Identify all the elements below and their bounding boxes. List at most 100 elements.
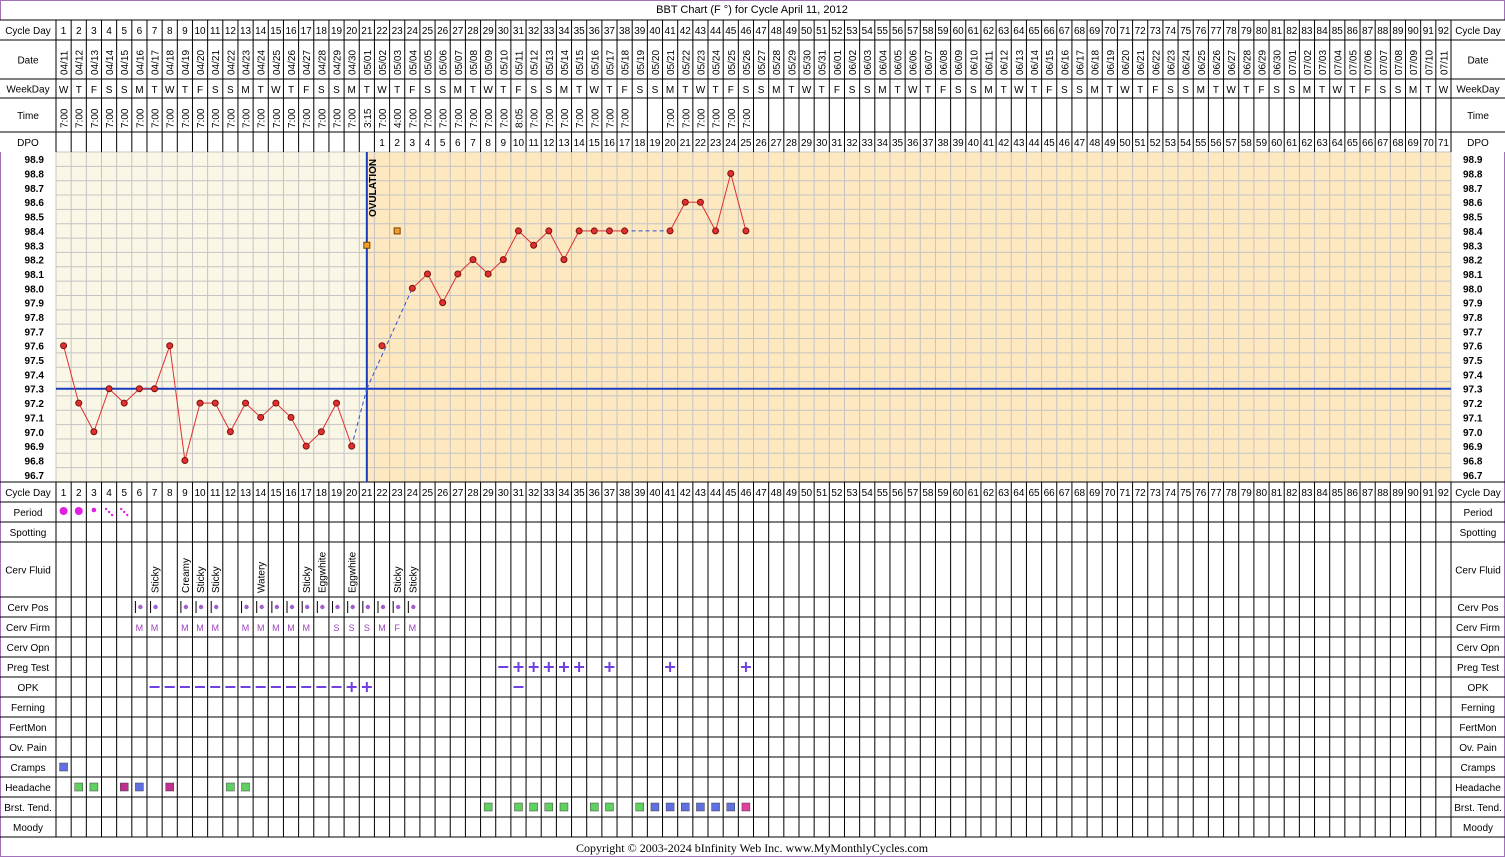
temp-point (469, 256, 477, 264)
cycle-day-number: 24 (407, 488, 419, 499)
breast-tenderness-marker (514, 802, 523, 812)
cycle-day-number: 27 (452, 26, 464, 37)
y-tick-label-right: 98.4 (1463, 227, 1483, 238)
date-label: 04/30 (348, 50, 359, 75)
cycle-day-number: 68 (1074, 488, 1086, 499)
weekday-label: T (258, 85, 264, 96)
dpo-number: 56 (1210, 138, 1222, 149)
cerv-pos-dot (183, 604, 189, 610)
cycle-day-number: 79 (1241, 26, 1253, 37)
dpo-number: 37 (922, 138, 934, 149)
weekday-label: S (758, 85, 765, 96)
cycle-day-number: 78 (1226, 488, 1238, 499)
period-heavy-dot (59, 507, 68, 515)
date-label: 06/01 (833, 50, 844, 75)
date-label: 06/05 (894, 50, 905, 75)
headache-marker (135, 782, 144, 792)
cerv-pos-dot (214, 604, 219, 610)
dpo-number: 10 (513, 138, 525, 149)
time-label: 7:00 (317, 108, 328, 128)
cycle-day-number: 39 (634, 488, 646, 499)
time-label: 7:00 (727, 108, 738, 128)
dpo-number: 69 (1408, 138, 1420, 149)
dpo-number: 47 (1074, 138, 1086, 149)
dpo-number: 23 (710, 138, 722, 149)
weekday-label: F (409, 85, 415, 96)
dpo-number: 62 (1301, 138, 1313, 149)
dpo-number: 6 (455, 138, 461, 149)
weekday-label: S (864, 85, 871, 96)
cycle-day-number: 26 (437, 488, 449, 499)
y-tick-label-right: 96.9 (1463, 442, 1483, 453)
weekday-label: T (1243, 85, 1249, 96)
cycle-day-number: 67 (1059, 488, 1071, 499)
dpo-number: 42 (998, 138, 1010, 149)
cycle-day-number: 7 (152, 26, 158, 37)
date-label: 05/12 (530, 50, 541, 75)
time-label: 7:00 (575, 108, 586, 128)
temp-point (712, 227, 720, 235)
time-label: 7:00 (681, 108, 692, 128)
y-tick-label-right: 97.3 (1463, 385, 1483, 396)
y-tick-label-right: 97.5 (1463, 356, 1483, 367)
temp-point (530, 241, 538, 249)
dpo-number: 33 (862, 138, 874, 149)
date-label: 05/19 (636, 50, 647, 75)
dpo-number: 65 (1347, 138, 1359, 149)
temp-point (317, 428, 325, 436)
weekday-label: F (622, 85, 628, 96)
period-light-dot (123, 510, 126, 514)
cycle-day-number: 85 (1332, 488, 1344, 499)
dpo-number: 70 (1423, 138, 1435, 149)
temp-point (423, 270, 431, 278)
cycle-day-number: 87 (1362, 26, 1374, 37)
weekday-label: S (1395, 85, 1402, 96)
cycle-day-number: 40 (649, 26, 661, 37)
cycle-day-number: 28 (467, 26, 479, 37)
temp-point (484, 270, 492, 278)
cycle-day-number: 35 (574, 488, 586, 499)
row-label-right: Cramps (1460, 763, 1495, 774)
weekday-label: T (500, 85, 506, 96)
weekday-label: F (1046, 85, 1052, 96)
weekday-label: W (1333, 85, 1343, 96)
weekday-label: W (1226, 85, 1236, 96)
cycle-day-number: 71 (1119, 488, 1131, 499)
temp-point (272, 399, 280, 407)
weekday-label: F (834, 85, 840, 96)
weekday-label: T (606, 85, 612, 96)
cycle-day-number: 36 (589, 488, 601, 499)
cycle-day-number: 57 (907, 488, 919, 499)
date-label: 04/15 (120, 50, 131, 75)
dpo-number: 66 (1362, 138, 1374, 149)
cycle-day-number: 36 (589, 26, 601, 37)
cycle-day-number: 62 (983, 26, 995, 37)
cerv-firm-label: S (349, 623, 355, 633)
cycle-day-number: 69 (1089, 26, 1101, 37)
weekday-label: F (940, 85, 946, 96)
weekday-label: M (666, 85, 674, 96)
headache-marker (74, 782, 83, 792)
weekday-label: F (1365, 85, 1371, 96)
y-tick-label-right: 98.3 (1463, 241, 1483, 252)
date-label: 07/08 (1394, 50, 1405, 75)
time-label: 7:00 (621, 108, 632, 128)
weekday-label: F (197, 85, 203, 96)
weekday-label: F (515, 85, 521, 96)
cycle-day-number: 38 (619, 26, 631, 37)
cycle-day-number: 37 (604, 26, 616, 37)
dpo-number: 14 (574, 138, 586, 149)
weekday-label: T (364, 85, 370, 96)
date-label: 06/30 (1273, 50, 1284, 75)
y-tick-label-right: 98.9 (1463, 155, 1483, 166)
cycle-day-number: 51 (816, 488, 828, 499)
date-label: 05/28 (772, 50, 783, 75)
temp-point (439, 299, 447, 307)
date-label: 04/16 (135, 50, 146, 75)
date-label: 07/04 (1333, 50, 1344, 75)
row-label-right: DPO (1467, 138, 1489, 149)
cycle-day-number: 85 (1332, 26, 1344, 37)
date-label: 05/09 (484, 50, 495, 75)
cerv-pos-dot (395, 604, 401, 610)
time-label: 7:00 (545, 108, 556, 128)
